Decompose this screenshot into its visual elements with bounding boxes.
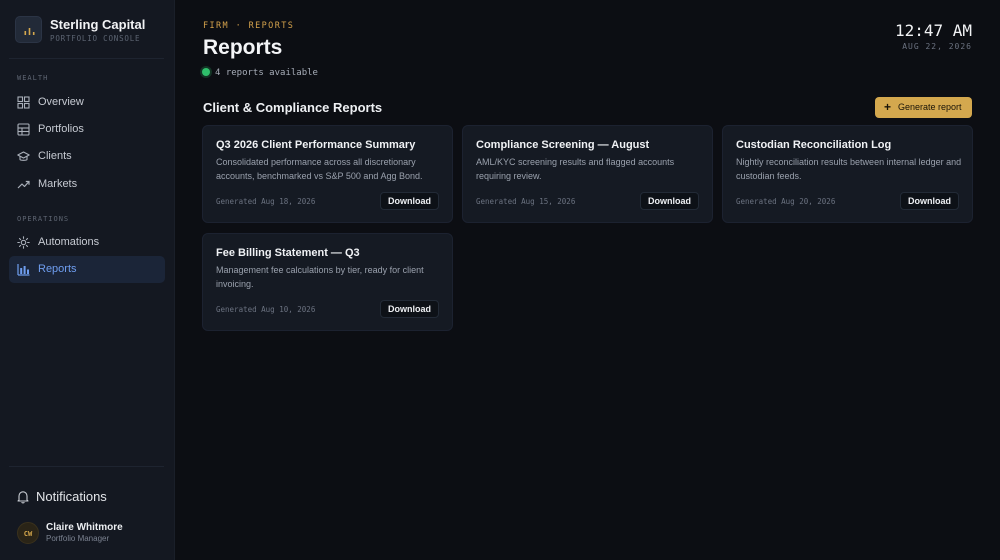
notifications-label: Notifications — [36, 489, 107, 504]
download-button[interactable]: Download — [380, 300, 439, 318]
nav-section-label: OPERATIONS — [17, 215, 70, 223]
bell-icon — [17, 491, 29, 504]
sidebar-item-label: Reports — [38, 263, 77, 275]
sidebar: Sterling Capital PORTFOLIO CONSOLE WEALT… — [0, 0, 175, 560]
report-title: Fee Billing Statement — Q3 — [216, 247, 360, 259]
bar-chart-icon — [17, 264, 30, 276]
trending-up-icon — [17, 180, 30, 189]
sidebar-item-markets[interactable]: Markets — [9, 171, 165, 198]
divider — [9, 466, 164, 467]
sun-gear-icon — [17, 236, 30, 249]
report-description: Consolidated performance across all disc… — [216, 157, 423, 181]
breadcrumb: FIRM · REPORTS — [203, 21, 295, 31]
sidebar-item-label: Automations — [38, 236, 100, 248]
download-button[interactable]: Download — [380, 192, 439, 210]
sidebar-item-overview[interactable]: Overview — [9, 89, 165, 116]
brand-name: Sterling Capital — [50, 17, 146, 32]
user-profile[interactable]: CW Claire Whitmore Portfolio Manager — [17, 520, 167, 546]
report-card: Fee Billing Statement — Q3 Management fe… — [202, 233, 453, 331]
graduation-cap-icon — [17, 151, 30, 161]
report-description: Nightly reconciliation results between i… — [736, 157, 962, 181]
report-description: AML/KYC screening results and flagged ac… — [476, 157, 675, 181]
sidebar-item-label: Clients — [38, 150, 72, 162]
brand-logo-icon — [15, 16, 42, 43]
clock-time: 12:47 AM — [894, 21, 972, 40]
generate-report-button[interactable]: + Generate report — [875, 97, 972, 118]
sidebar-item-clients[interactable]: Clients — [9, 143, 165, 170]
brand[interactable]: Sterling Capital PORTFOLIO CONSOLE — [15, 16, 165, 44]
report-title: Custodian Reconciliation Log — [736, 139, 892, 151]
user-name: Claire Whitmore — [46, 522, 123, 533]
section-title: Client & Compliance Reports — [203, 100, 383, 115]
download-button[interactable]: Download — [640, 192, 699, 210]
report-generated-date: Generated Aug 10, 2026 — [216, 305, 316, 314]
page-title: Reports — [203, 36, 283, 59]
avatar: CW — [17, 522, 39, 544]
report-card: Compliance Screening — August AML/KYC sc… — [462, 125, 713, 223]
sidebar-item-portfolios[interactable]: Portfolios — [9, 116, 165, 143]
sidebar-item-automations[interactable]: Automations — [9, 229, 165, 256]
sidebar-item-reports[interactable]: Reports — [9, 256, 165, 283]
report-title: Compliance Screening — August — [476, 139, 650, 151]
clock-date: AUG 22, 2026 — [902, 42, 972, 51]
sidebar-item-label: Markets — [38, 178, 78, 190]
report-title: Q3 2026 Client Performance Summary — [216, 139, 416, 151]
report-description: Management fee calculations by tier, rea… — [216, 265, 424, 289]
plus-icon: + — [884, 100, 892, 114]
report-count-status: 4 reports available — [215, 68, 318, 78]
report-card: Q3 2026 Client Performance Summary Conso… — [202, 125, 453, 223]
generate-report-label: Generate report — [898, 102, 962, 112]
brand-subtitle: PORTFOLIO CONSOLE — [50, 34, 141, 43]
report-generated-date: Generated Aug 18, 2026 — [216, 197, 316, 206]
notifications-button[interactable]: Notifications — [17, 489, 165, 505]
report-generated-date: Generated Aug 20, 2026 — [736, 197, 836, 206]
report-generated-date: Generated Aug 15, 2026 — [476, 197, 576, 206]
nav-section-label: WEALTH — [17, 74, 49, 82]
download-button[interactable]: Download — [900, 192, 959, 210]
divider — [9, 58, 164, 59]
sidebar-item-label: Overview — [38, 96, 84, 108]
sidebar-item-label: Portfolios — [38, 123, 84, 135]
user-role: Portfolio Manager — [46, 534, 110, 543]
status-dot-icon — [202, 68, 210, 76]
grid-icon — [17, 96, 30, 109]
report-card: Custodian Reconciliation Log Nightly rec… — [722, 125, 973, 223]
table-icon — [17, 123, 30, 136]
